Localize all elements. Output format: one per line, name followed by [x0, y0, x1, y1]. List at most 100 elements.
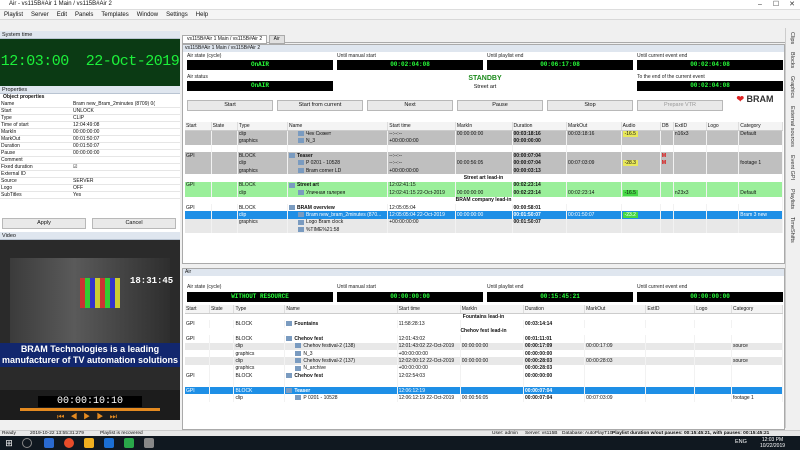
air-app-icon[interactable] — [124, 438, 134, 448]
table-row[interactable]: graphics N_3 +00:00:00:00 00:00:00:00 — [185, 349, 783, 358]
column-header[interactable]: ExtID — [645, 305, 696, 314]
search-icon[interactable] — [22, 438, 32, 448]
property-value[interactable]: 00:00:00:00 — [72, 128, 180, 137]
air-button-next[interactable]: Next — [367, 100, 453, 111]
column-header[interactable]: State — [209, 305, 235, 314]
property-row[interactable]: Time of start 12:04:49:08 — [0, 121, 180, 130]
property-value[interactable] — [72, 170, 180, 179]
table-row[interactable]: GPI BLOCK Chehov fest 12:02:54:03 00:00:00:0… — [185, 372, 783, 380]
close-icon[interactable]: ✕ — [784, 0, 800, 10]
column-header[interactable]: Name — [284, 305, 398, 314]
table-row[interactable]: GPI BLOCK Teaser 12:06:12:19 00:00:07:04 — [185, 386, 783, 395]
column-header[interactable]: Logo — [706, 122, 740, 131]
chrome-icon[interactable] — [64, 438, 74, 448]
column-header[interactable]: Duration — [512, 122, 568, 131]
property-value[interactable]: ☑ — [72, 163, 180, 172]
menu-help[interactable]: Help — [192, 10, 212, 20]
column-header[interactable]: MarkIn — [455, 122, 513, 131]
side-tab-external-sources[interactable]: External sources — [786, 102, 798, 151]
column-header[interactable]: DB — [660, 122, 674, 131]
property-row[interactable]: Fixed duration ☑ — [0, 163, 180, 172]
column-header[interactable]: Type — [233, 305, 286, 314]
column-header[interactable]: MarkOut — [566, 122, 622, 131]
side-tab-blocks[interactable]: Blocks — [786, 48, 798, 72]
table-row[interactable]: clip Bram new_bram_2minutes (870... 12:05:… — [185, 211, 783, 219]
column-header[interactable]: Audio — [621, 122, 661, 131]
property-value[interactable]: Bram new_Bram_2minutes (8709) 0( — [72, 101, 180, 109]
transport-controls[interactable]: ⏮◀▶▶⏭ — [30, 412, 150, 422]
property-row[interactable]: SubTitles Yes — [0, 191, 180, 200]
apply-button[interactable]: Apply — [2, 218, 86, 229]
column-header[interactable]: Start time — [387, 122, 456, 131]
app2-icon[interactable] — [144, 438, 154, 448]
table-row[interactable]: graphics Logo Bram clock +00:00:00:00 00:01… — [185, 218, 783, 227]
side-tab-graphics[interactable]: Graphics — [786, 72, 798, 102]
maximize-icon[interactable]: ☐ — [768, 0, 784, 10]
property-value[interactable]: 00:01:50:07 — [72, 142, 180, 151]
air-button-pause[interactable]: Pause — [457, 100, 543, 111]
column-header[interactable]: MarkIn — [460, 305, 524, 314]
table-row[interactable]: GPI BLOCK Chehov fest 12:01:43:02 00:01:11:0… — [185, 335, 783, 343]
column-header[interactable]: Start — [185, 122, 212, 131]
side-tab-playlists[interactable]: Playlists — [786, 185, 798, 213]
table-row[interactable]: clip Chehov festival-2 (138) 12:01:43:02 2… — [185, 342, 783, 350]
lang-indicator[interactable]: ENG — [735, 439, 747, 445]
menu-window[interactable]: Window — [133, 10, 162, 20]
property-row[interactable]: Comment — [0, 156, 180, 165]
menu-settings[interactable]: Settings — [162, 10, 192, 20]
table-row[interactable]: GPI BLOCK Teaser --:--:-- 00:00:07:04 M — [185, 152, 783, 160]
side-tab-event-gpi[interactable]: Event GPI — [786, 151, 798, 184]
column-header[interactable]: ExtID — [673, 122, 707, 131]
column-header[interactable]: Category — [731, 305, 783, 314]
property-value[interactable]: OFF — [72, 184, 180, 193]
column-header[interactable]: State — [211, 122, 238, 131]
property-row[interactable]: MarkOut 00:01:50:07 — [0, 135, 180, 144]
column-header[interactable]: Logo — [694, 305, 732, 314]
air-button-start[interactable]: Start — [187, 100, 273, 111]
property-value[interactable]: SERVER — [72, 177, 180, 186]
property-value[interactable]: CLIP — [72, 114, 180, 123]
property-row[interactable]: Logo OFF — [0, 184, 180, 193]
side-tab-clips[interactable]: Clips — [786, 28, 798, 48]
menu-panels[interactable]: Panels — [71, 10, 97, 20]
air-button-prepare-vtr[interactable]: Prepare VTR — [637, 100, 723, 111]
column-header[interactable]: Start — [185, 305, 210, 314]
menu-templates[interactable]: Templates — [97, 10, 132, 20]
explorer-icon[interactable] — [84, 438, 94, 448]
air-button-start-from-current[interactable]: Start from current — [277, 100, 363, 111]
property-value[interactable]: UNLOCK — [72, 107, 180, 116]
tab-air[interactable]: Air — [268, 35, 285, 44]
table-row[interactable]: GPI BLOCK Fountains 11:58:28:13 00:03:14:14 — [185, 320, 783, 328]
minimize-icon[interactable]: – — [752, 0, 768, 10]
column-header[interactable]: Name — [287, 122, 389, 131]
task-view-icon[interactable] — [44, 438, 54, 448]
property-row[interactable]: Start UNLOCK — [0, 107, 180, 116]
app-icon[interactable] — [104, 438, 114, 448]
property-row[interactable]: Pause 00:00:00:00 — [0, 149, 180, 158]
property-value[interactable]: Yes — [72, 191, 180, 200]
table-row[interactable]: GPI BLOCK BRAM overview 12:05:05:04 00:00:58… — [185, 203, 783, 212]
property-row[interactable]: Duration 00:01:50:07 — [0, 142, 180, 151]
table-row[interactable]: graphics Bram corner LD +00:00:00:00 00:00:… — [185, 166, 783, 175]
table-row[interactable]: GPI BLOCK Street art 12:02:41:15 00:02:23:14 — [185, 181, 783, 190]
property-value[interactable]: 00:01:50:07 — [72, 135, 180, 144]
start-icon[interactable]: ⊞ — [4, 438, 14, 448]
column-header[interactable]: Type — [237, 122, 288, 131]
property-row[interactable]: External ID — [0, 170, 180, 179]
table-row[interactable]: clip P 0201 - 10528 --:--:-- 00:00:56:05 00:… — [185, 159, 783, 167]
property-value[interactable]: 12:04:49:08 — [72, 121, 180, 130]
table-row[interactable] — [185, 379, 783, 387]
table-row[interactable]: clip Чек Сюжет --:--:-- 00:00:00:00 00:03:18… — [185, 130, 783, 138]
menu-edit[interactable]: Edit — [53, 10, 71, 20]
tab-air1[interactable]: vs115B#Air 1 Main / vs115B#Air 2 — [182, 35, 268, 44]
property-row[interactable]: Type CLIP — [0, 114, 180, 123]
property-value[interactable]: 00:00:00:00 — [72, 149, 180, 158]
column-header[interactable]: Category — [738, 122, 783, 131]
side-tab-timeshifts[interactable]: TimeShifts — [786, 213, 798, 247]
property-row[interactable]: MarkIn 00:00:00:00 — [0, 128, 180, 137]
tray-clock[interactable]: 12:03 PM 10/22/2019 — [760, 437, 785, 449]
cancel-button[interactable]: Cancel — [92, 218, 176, 229]
table-row[interactable]: clip Chehov festival-2 (137) 12:02:00:12 2… — [185, 357, 783, 365]
column-header[interactable]: MarkOut — [584, 305, 647, 314]
table-row[interactable]: clip Уличная галерея 12:02:41:15 22-Oct-20… — [185, 189, 783, 197]
